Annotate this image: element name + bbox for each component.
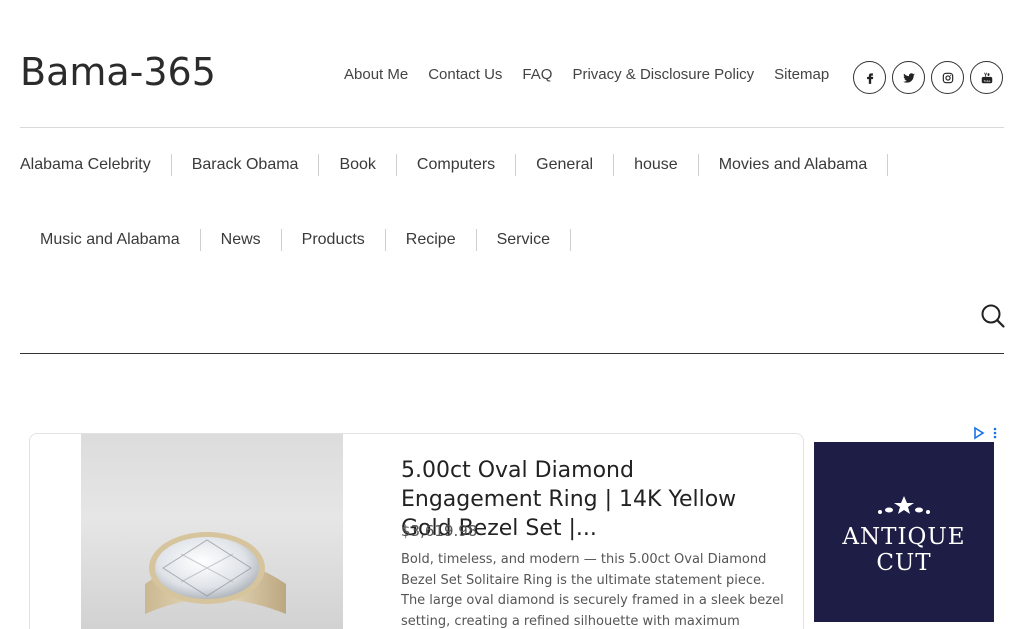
category-service[interactable]: Service	[477, 229, 571, 251]
category-nav-row-1: Alabama Celebrity Barack Obama Book Comp…	[20, 154, 1004, 176]
nav-faq[interactable]: FAQ	[522, 66, 552, 83]
category-recipe[interactable]: Recipe	[386, 229, 477, 251]
instagram-button[interactable]	[931, 61, 964, 94]
youtube-button[interactable]: Tube	[970, 61, 1003, 94]
antique-cut-banner-ad[interactable]: ANTIQUE CUT	[814, 442, 994, 622]
product-ad-card[interactable]: 5.00ct Oval Diamond Engagement Ring | 14…	[29, 433, 804, 629]
nav-privacy-policy[interactable]: Privacy & Disclosure Policy	[572, 66, 754, 83]
nav-about-me[interactable]: About Me	[344, 66, 408, 83]
header-divider	[20, 127, 1004, 128]
category-book[interactable]: Book	[319, 154, 397, 176]
nav-sitemap[interactable]: Sitemap	[774, 66, 829, 83]
search-button[interactable]	[980, 303, 1006, 329]
social-links: Tube	[853, 61, 1003, 94]
instagram-icon	[942, 72, 953, 83]
category-products[interactable]: Products	[282, 229, 386, 251]
category-barack-obama[interactable]: Barack Obama	[172, 154, 320, 176]
site-title[interactable]: Bama-365	[20, 50, 216, 94]
category-nav-row-2: Music and Alabama News Products Recipe S…	[20, 229, 1004, 251]
category-news[interactable]: News	[201, 229, 282, 251]
category-movies-and-alabama[interactable]: Movies and Alabama	[699, 154, 889, 176]
top-nav: About Me Contact Us FAQ Privacy & Disclo…	[344, 66, 829, 83]
nav-contact-us[interactable]: Contact Us	[428, 66, 502, 83]
facebook-icon	[866, 72, 873, 84]
twitter-button[interactable]	[892, 61, 925, 94]
category-alabama-celebrity[interactable]: Alabama Celebrity	[20, 154, 172, 176]
banner-text: ANTIQUE CUT	[842, 524, 966, 576]
ring-image	[81, 434, 343, 629]
svg-text:Tube: Tube	[982, 78, 990, 82]
category-music-and-alabama[interactable]: Music and Alabama	[40, 229, 201, 251]
category-computers[interactable]: Computers	[397, 154, 517, 176]
ad-description: Bold, timeless, and modern — this 5.00ct…	[401, 552, 784, 629]
search-divider	[20, 353, 1004, 354]
jewel-icon	[878, 496, 930, 514]
adchoices-icon	[974, 426, 997, 440]
search-icon	[981, 304, 1005, 328]
category-house[interactable]: house	[614, 154, 699, 176]
facebook-button[interactable]	[853, 61, 886, 94]
category-general[interactable]: General	[516, 154, 615, 176]
youtube-icon: Tube	[981, 72, 992, 83]
ad-price: $3,619.98	[401, 522, 478, 540]
adchoices-button[interactable]	[973, 426, 999, 440]
twitter-icon	[902, 72, 915, 83]
